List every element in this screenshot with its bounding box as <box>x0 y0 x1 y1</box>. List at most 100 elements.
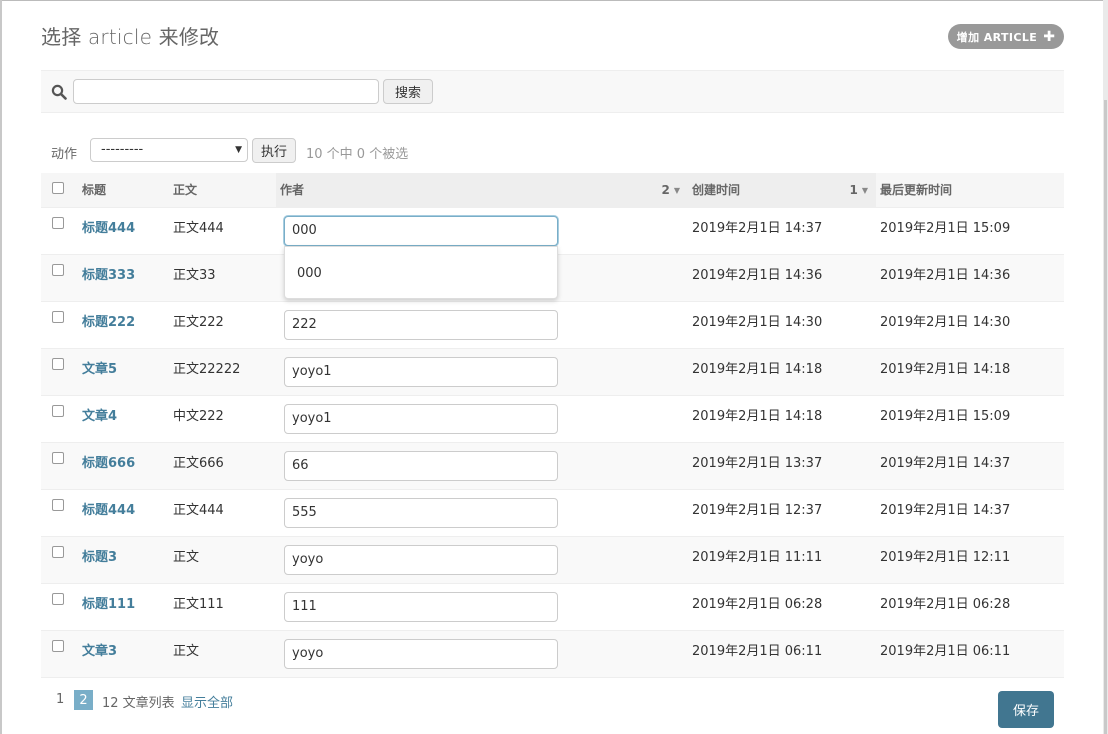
title-link[interactable]: 标题111 <box>82 597 135 612</box>
created-text: 2019年2月1日 11:11 <box>692 549 823 565</box>
title-link[interactable]: 文章4 <box>82 409 117 424</box>
body-cell: 正文33 <box>169 254 276 302</box>
created-text: 2019年2月1日 14:18 <box>692 408 823 424</box>
column-header-created[interactable]: 创建时间 1 ▼ <box>688 173 876 208</box>
actions-label: 动作 <box>51 147 78 162</box>
row-checkbox[interactable] <box>52 451 64 464</box>
caret-down-icon: ▼ <box>861 186 868 195</box>
search-toolbar: 搜索 <box>41 70 1064 113</box>
updated-text: 2019年2月1日 06:11 <box>880 643 1011 659</box>
body-cell: 正文22222 <box>169 348 276 396</box>
updated-cell: 2019年2月1日 14:37 <box>876 442 1064 490</box>
column-header-body[interactable]: 正文 <box>169 173 276 208</box>
body-cell: 正文666 <box>169 442 276 490</box>
title-link[interactable]: 标题444 <box>82 221 135 236</box>
author-cell: yoyo1 <box>276 348 688 396</box>
row-select-cell <box>41 254 78 302</box>
table-row: 标题3 正文 yoyo 2019年2月1日 11:11 2019年2月1日 12:11 <box>41 536 1064 584</box>
search-input[interactable] <box>73 79 379 104</box>
row-checkbox[interactable] <box>52 545 64 558</box>
body-cell: 正文 <box>169 630 276 678</box>
updated-cell: 2019年2月1日 12:11 <box>876 536 1064 584</box>
column-header-author[interactable]: 作者 2 ▼ <box>276 173 688 208</box>
row-select-cell <box>41 395 78 443</box>
row-checkbox[interactable] <box>52 310 64 323</box>
row-select-cell <box>41 489 78 537</box>
row-checkbox[interactable] <box>52 592 64 605</box>
row-checkbox[interactable] <box>52 404 64 417</box>
title-link[interactable]: 标题333 <box>82 268 135 283</box>
save-button[interactable]: 保存 <box>998 691 1054 728</box>
select-all-checkbox[interactable] <box>52 182 64 195</box>
updated-cell: 2019年2月1日 15:09 <box>876 207 1064 255</box>
updated-cell: 2019年2月1日 14:18 <box>876 348 1064 396</box>
updated-text: 2019年2月1日 14:37 <box>880 502 1011 518</box>
created-text: 2019年2月1日 06:11 <box>692 643 823 659</box>
vertical-scrollbar[interactable] <box>1103 0 1108 734</box>
body-cell: 中文222 <box>169 395 276 443</box>
row-checkbox[interactable] <box>52 498 64 511</box>
body-text: 中文222 <box>173 408 224 424</box>
row-checkbox[interactable] <box>52 639 64 652</box>
row-select-cell <box>41 536 78 584</box>
actions-bar: 动作 --------- ▼ 执行 10 个中 0 个被选 <box>41 138 1064 164</box>
search-icon <box>51 84 67 100</box>
scrollbar-thumb[interactable] <box>1104 100 1107 734</box>
search-button[interactable]: 搜索 <box>383 79 433 104</box>
title-link[interactable]: 标题444 <box>82 503 135 518</box>
created-text: 2019年2月1日 14:36 <box>692 267 823 283</box>
created-text: 2019年2月1日 12:37 <box>692 502 823 518</box>
run-action-button[interactable]: 执行 <box>252 138 296 163</box>
author-cell: yoyo <box>276 536 688 584</box>
title-link[interactable]: 标题3 <box>82 550 117 565</box>
author-input[interactable]: 555 <box>284 497 558 528</box>
author-autocomplete-dropdown: 000 <box>284 246 558 299</box>
author-input[interactable]: 000 <box>284 215 558 246</box>
body-cell: 正文444 <box>169 207 276 255</box>
updated-cell: 2019年2月1日 15:09 <box>876 395 1064 443</box>
author-input[interactable]: 66 <box>284 450 558 481</box>
sort-indicator-created[interactable]: 1 ▼ <box>849 183 868 197</box>
author-cell: yoyo1 <box>276 395 688 443</box>
author-input[interactable]: 111 <box>284 591 558 622</box>
autocomplete-option[interactable]: 000 <box>297 266 322 281</box>
title-link[interactable]: 标题666 <box>82 456 135 471</box>
column-header-updated[interactable]: 最后更新时间 <box>876 173 1064 208</box>
pagination-footer: 1 2 12 文章列表 显示全部 保存 <box>41 677 1064 734</box>
created-cell: 2019年2月1日 11:11 <box>688 536 876 584</box>
updated-cell: 2019年2月1日 14:37 <box>876 489 1064 537</box>
column-header-author-label: 作者 <box>280 183 305 198</box>
row-checkbox[interactable] <box>52 263 64 276</box>
dropdown-arrow-icon: ▼ <box>235 145 242 155</box>
created-text: 2019年2月1日 14:37 <box>692 220 823 236</box>
author-input[interactable]: yoyo1 <box>284 356 558 387</box>
current-page: 2 <box>74 690 93 710</box>
column-header-title[interactable]: 标题 <box>78 173 169 208</box>
row-checkbox[interactable] <box>52 357 64 370</box>
window-top-border <box>0 0 1108 1</box>
author-input[interactable]: yoyo1 <box>284 403 558 434</box>
show-all-link[interactable]: 显示全部 <box>181 692 233 711</box>
add-article-button[interactable]: 增加 ARTICLE ✚ <box>948 24 1064 49</box>
author-cell: 222 <box>276 301 688 349</box>
updated-cell: 2019年2月1日 06:11 <box>876 630 1064 678</box>
caret-down-icon: ▼ <box>673 186 680 195</box>
sort-indicator-author[interactable]: 2 ▼ <box>661 183 680 197</box>
author-input[interactable]: yoyo <box>284 544 558 575</box>
author-input[interactable]: yoyo <box>284 638 558 669</box>
author-input[interactable]: 222 <box>284 309 558 340</box>
title-link[interactable]: 文章3 <box>82 644 117 659</box>
body-text: 正文22222 <box>173 361 241 377</box>
updated-text: 2019年2月1日 14:30 <box>880 314 1011 330</box>
body-text: 正文222 <box>173 314 224 330</box>
title-cell: 文章3 <box>78 630 169 678</box>
body-text: 正文444 <box>173 502 224 518</box>
author-cell: 66 <box>276 442 688 490</box>
row-checkbox[interactable] <box>52 216 64 229</box>
action-select[interactable]: --------- ▼ <box>90 138 248 162</box>
title-link[interactable]: 文章5 <box>82 362 117 377</box>
row-select-cell <box>41 442 78 490</box>
updated-text: 2019年2月1日 15:09 <box>880 220 1011 236</box>
page-link-1[interactable]: 1 <box>56 692 64 707</box>
title-link[interactable]: 标题222 <box>82 315 135 330</box>
